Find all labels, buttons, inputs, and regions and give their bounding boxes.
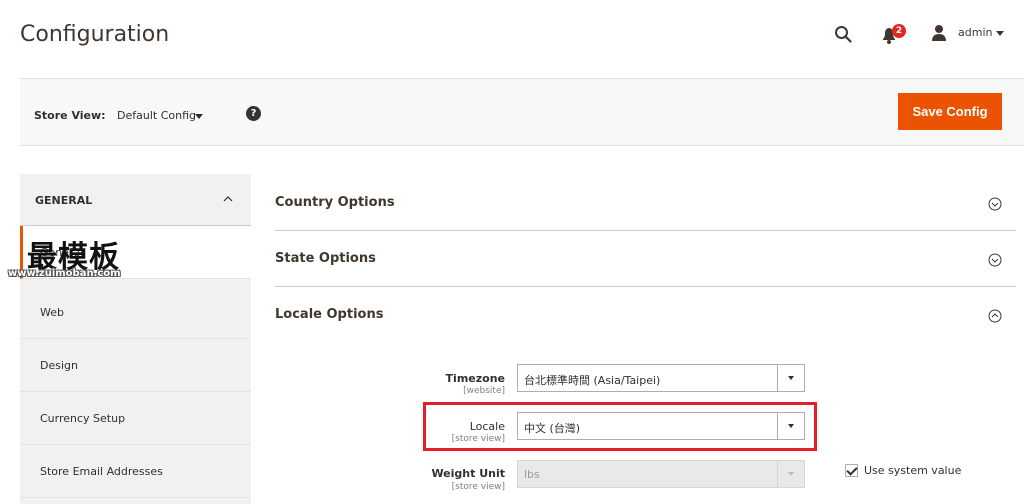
timezone-scope: [website] [463, 386, 505, 396]
sidebar-item-label: Design [40, 359, 78, 372]
help-icon[interactable]: ? [246, 106, 261, 121]
section-title: State Options [275, 251, 376, 266]
sidebar-item-store-email-addresses[interactable]: Store Email Addresses [20, 445, 251, 498]
weight-unit-label: Weight Unit [431, 467, 505, 480]
chevron-up-icon[interactable] [223, 194, 233, 204]
sidebar-item-label: Store Email Addresses [40, 465, 163, 478]
highlight-annotation-box [423, 402, 817, 451]
page-header: Configuration 2 admin [0, 0, 1024, 78]
watermark: 最模板 www.zuimoban.com [0, 232, 180, 284]
expand-toggle-icon[interactable] [988, 253, 1002, 267]
store-view-switcher[interactable]: Default Config [117, 109, 196, 122]
watermark-url: www.zuimoban.com [8, 268, 121, 279]
sidebar-group-general[interactable]: GENERAL [20, 174, 251, 226]
weight-unit-scope: [store view] [451, 482, 505, 492]
user-menu-label[interactable]: admin [958, 26, 992, 39]
page-actions-toolbar: Store View: Default Config ? Save Config [20, 78, 1024, 146]
chevron-down-icon [777, 461, 804, 487]
section-state-options[interactable]: State Options [275, 231, 1016, 287]
user-icon[interactable] [931, 24, 947, 42]
weight-unit-select: lbs [517, 460, 805, 488]
timezone-value: 台北標準時間 (Asia/Taipei) [524, 374, 661, 387]
notification-badge: 2 [892, 24, 906, 38]
sidebar-item-web[interactable]: Web [20, 286, 251, 339]
section-title: Country Options [275, 195, 395, 210]
chevron-down-icon[interactable] [195, 114, 203, 119]
expand-toggle-icon[interactable] [988, 197, 1002, 211]
chevron-down-icon[interactable] [777, 365, 804, 391]
sidebar-item-design[interactable]: Design [20, 339, 251, 392]
sidebar-item-label: Web [40, 306, 64, 319]
section-country-options[interactable]: Country Options [275, 175, 1016, 231]
timezone-label: Timezone [445, 372, 505, 385]
timezone-select[interactable]: 台北標準時間 (Asia/Taipei) [517, 364, 805, 392]
sidebar-item-label: Currency Setup [40, 412, 126, 425]
weight-unit-value: lbs [524, 468, 540, 481]
search-icon[interactable] [834, 25, 852, 43]
chevron-down-icon[interactable] [996, 31, 1004, 36]
sidebar-item-currency-setup[interactable]: Currency Setup [20, 392, 251, 445]
use-system-value-checkbox[interactable] [845, 464, 858, 477]
collapse-toggle-icon[interactable] [988, 309, 1002, 323]
sidebar-group-label: GENERAL [35, 194, 93, 207]
store-view-label: Store View: [34, 109, 106, 122]
section-locale-options[interactable]: Locale Options [275, 287, 1016, 343]
use-system-value-label[interactable]: Use system value [864, 464, 961, 477]
config-sidebar: GENERAL General Web Design Currency Setu… [20, 174, 251, 504]
section-title: Locale Options [275, 307, 384, 322]
page-title: Configuration [20, 22, 170, 47]
save-config-button[interactable]: Save Config [898, 93, 1002, 130]
